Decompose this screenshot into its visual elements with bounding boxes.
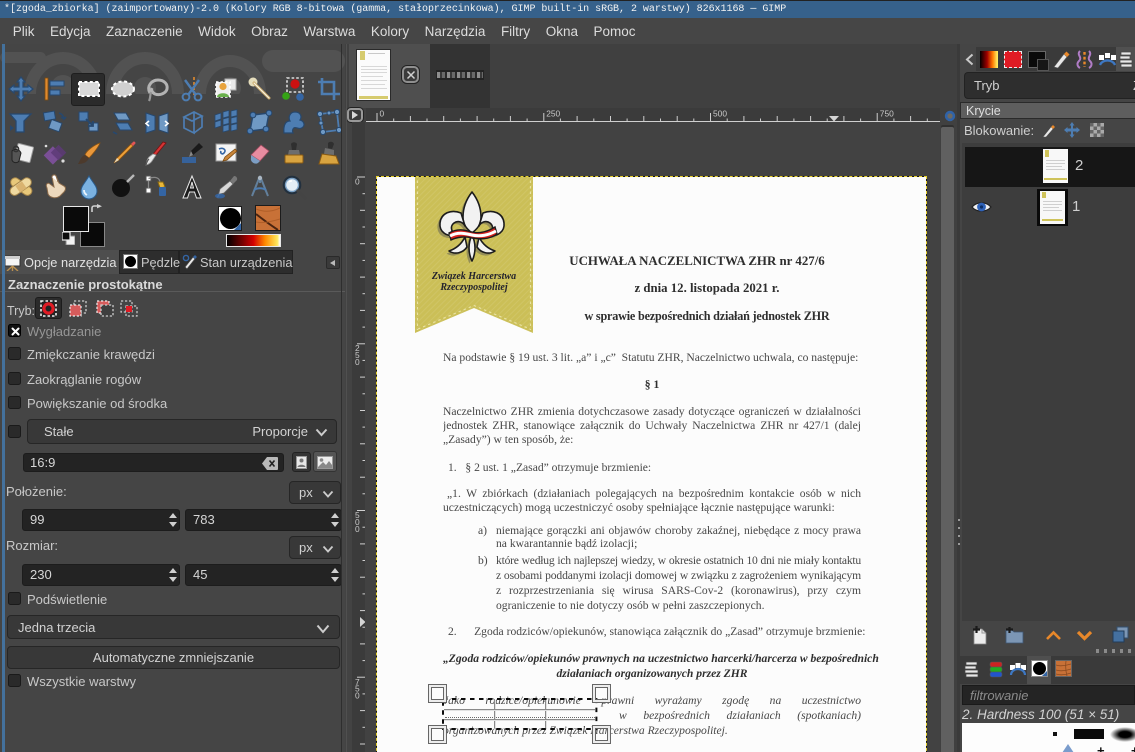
svg-text:0: 0 <box>355 357 360 367</box>
svg-text:0: 0 <box>355 177 360 187</box>
svg-text:750: 750 <box>880 109 894 119</box>
svg-text:0: 0 <box>355 691 360 701</box>
svg-text:0: 0 <box>355 524 360 534</box>
svg-text:250: 250 <box>546 109 560 119</box>
svg-text:500: 500 <box>713 109 727 119</box>
svg-text:0: 0 <box>380 109 385 119</box>
